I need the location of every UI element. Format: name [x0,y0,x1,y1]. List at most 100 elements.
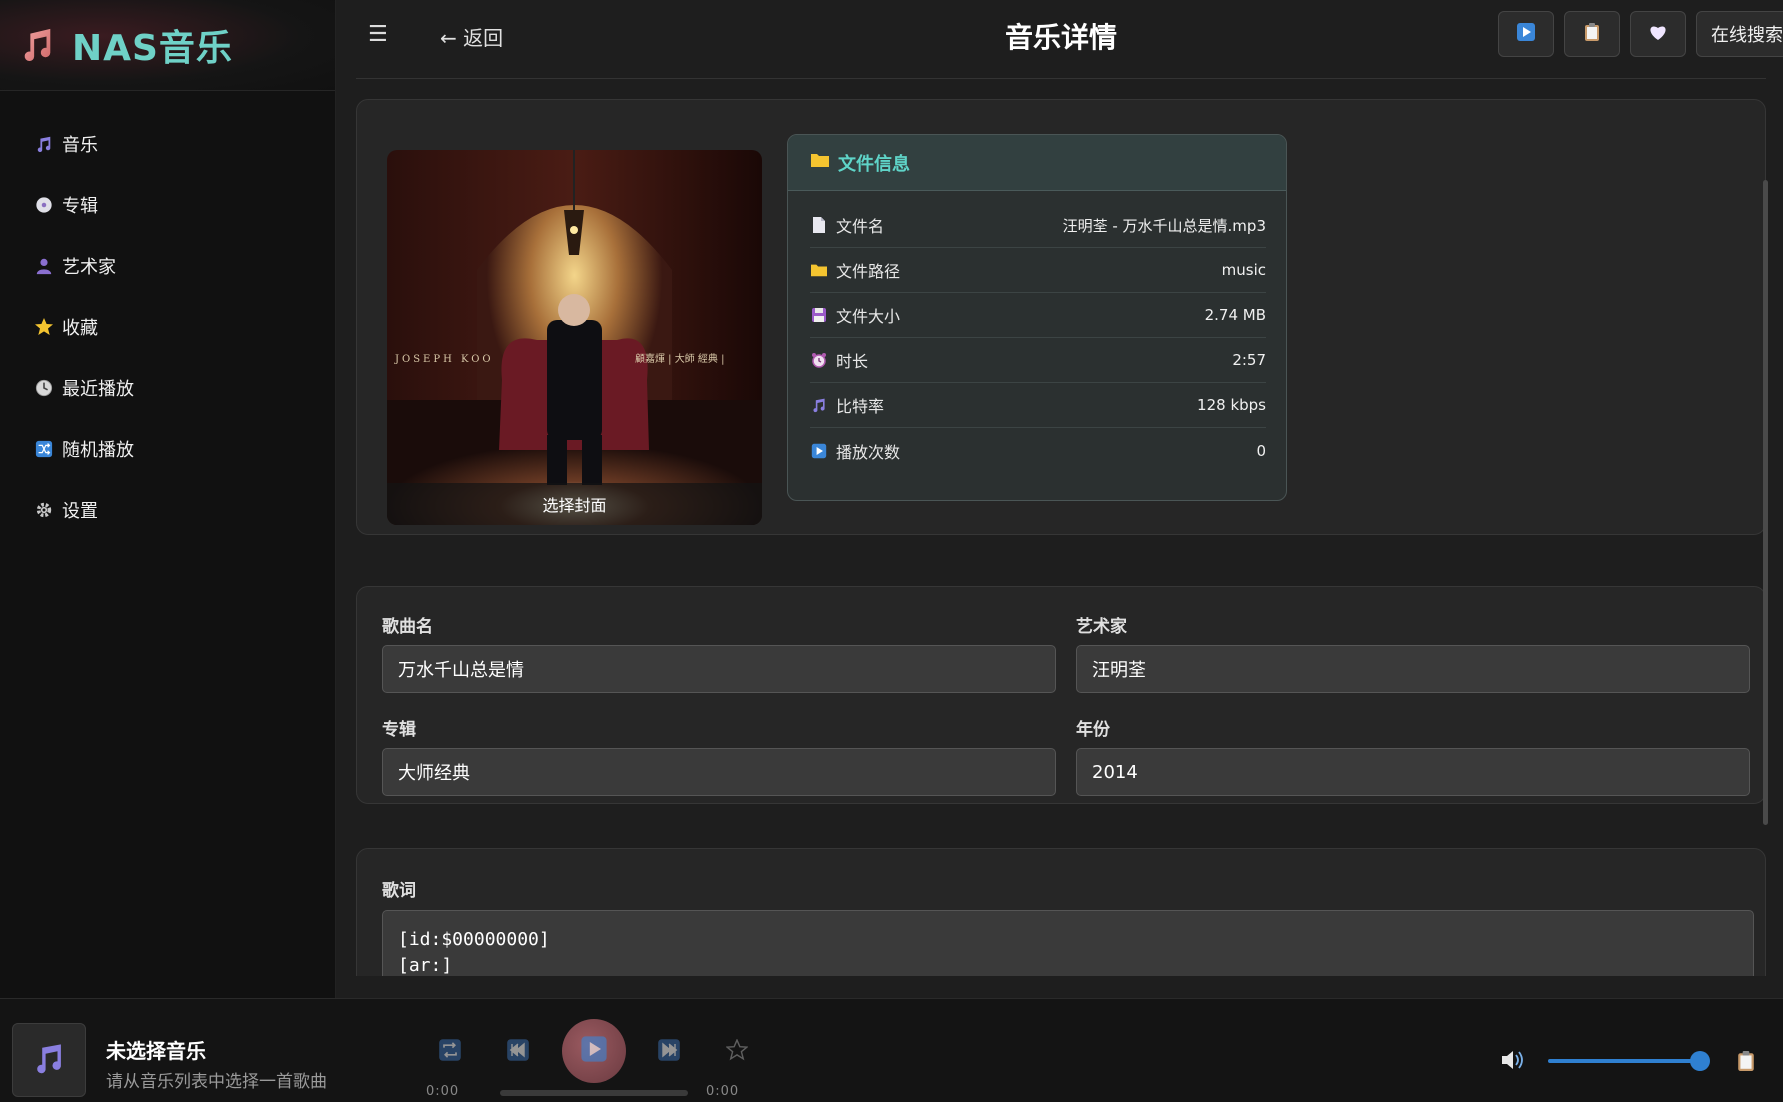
file-info-row: 播放次数 0 [810,428,1266,473]
file-info-value: 2:57 [1232,351,1266,369]
play-icon [580,1035,608,1067]
file-info-value: 汪明荃 - 万水千山总是情.mp3 [1062,216,1266,235]
song-title-input[interactable]: 万水千山总是情 [382,645,1056,693]
repeat-icon [438,1038,462,1066]
person-icon [34,256,54,276]
sidebar-item-label: 艺术家 [62,256,116,278]
previous-icon [506,1038,530,1066]
playlist-icon[interactable] [1736,1049,1756,1077]
star-icon [34,317,54,337]
sidebar-item-favorites[interactable]: 收藏 [0,296,335,357]
menu-icon[interactable]: ☰ [368,22,388,47]
disc-icon [34,195,54,215]
now-playing-title: 未选择音乐 [106,1039,206,1063]
sidebar-item-label: 音乐 [62,134,98,156]
clock-icon [34,378,54,398]
sidebar-item-recent[interactable]: 最近播放 [0,357,335,418]
sidebar-item-artists[interactable]: 艺术家 [0,235,335,296]
file-info-title: 文件信息 [838,153,910,175]
main-content: ☰ ← 返回 音乐详情 在线搜索 JOSEPH KOO 顧嘉煇 | 大師 經典 … [336,0,1783,998]
favorite-button[interactable] [1630,11,1686,57]
sidebar-item-label: 最近播放 [62,378,134,400]
volume-slider-track[interactable] [1548,1059,1700,1063]
sidebar: NAS音乐 音乐 专辑 艺术家 收藏 最近播放 随机播放 设置 [0,0,336,998]
previous-button[interactable] [505,1039,531,1065]
current-time: 0:00 [426,1084,460,1099]
next-icon [657,1038,681,1066]
file-info-panel: 文件信息 文件名 汪明荃 - 万水千山总是情.mp3 文件路径 music 文件… [787,134,1287,501]
year-input[interactable]: 2014 [1076,748,1750,796]
brand: NAS音乐 [0,0,335,91]
back-button[interactable]: ← 返回 [440,22,503,51]
artist-label: 艺术家 [1076,617,1127,637]
file-info-row: 文件名 汪明荃 - 万水千山总是情.mp3 [810,203,1266,248]
file-info-value: 128 kbps [1197,396,1266,414]
progress-bar[interactable] [500,1090,688,1096]
scrollbar[interactable] [1763,180,1768,825]
floppy-icon [810,306,828,324]
play-all-button[interactable] [1498,11,1554,57]
gear-icon [34,500,54,520]
now-playing-art [12,1023,86,1097]
song-title-label: 歌曲名 [382,617,433,637]
file-info-key: 时长 [836,352,869,371]
file-info-row: 时长 2:57 [810,338,1266,383]
total-time: 0:00 [706,1084,740,1099]
album-text-left: JOSEPH KOO [394,354,494,365]
file-info-row: 文件路径 music [810,248,1266,293]
folder-icon [810,151,830,174]
lyrics-label: 歌词 [382,881,416,901]
play-icon [810,442,828,460]
sidebar-nav: 音乐 专辑 艺术家 收藏 最近播放 随机播放 设置 [0,91,335,540]
sidebar-item-shuffle[interactable]: 随机播放 [0,418,335,479]
file-info-value: 2.74 MB [1204,306,1266,324]
volume-icon[interactable] [1500,1049,1524,1075]
choose-cover-button[interactable]: 选择封面 [387,483,762,525]
now-playing-subtitle: 请从音乐列表中选择一首歌曲 [106,1072,327,1092]
sidebar-item-label: 设置 [62,500,98,522]
sidebar-item-label: 专辑 [62,195,98,217]
album-cover-image: JOSEPH KOO 顧嘉煇 | 大師 經典 | [387,150,762,525]
sidebar-item-label: 收藏 [62,317,98,339]
favorite-toggle-button[interactable] [724,1038,750,1065]
sidebar-item-music[interactable]: 音乐 [0,113,335,174]
next-button[interactable] [656,1039,682,1065]
repeat-button[interactable] [437,1039,463,1065]
sidebar-item-albums[interactable]: 专辑 [0,174,335,235]
topbar: ☰ ← 返回 音乐详情 在线搜索 [356,0,1783,79]
clipboard-button[interactable] [1564,11,1620,57]
year-label: 年份 [1076,720,1110,740]
lyrics-textarea[interactable]: [id:$00000000] [ar:] [382,910,1754,976]
play-button[interactable] [562,1019,626,1083]
file-info-value: 0 [1256,441,1266,460]
detail-scroll-area[interactable]: JOSEPH KOO 顧嘉煇 | 大師 經典 | 选择封面 文件信息 文件名 汪… [356,80,1771,976]
heart-icon [1648,23,1668,46]
file-info-key: 文件路径 [836,262,901,281]
file-info-row: 比特率 128 kbps [810,383,1266,428]
file-info-header: 文件信息 [788,135,1286,191]
music-note-icon [810,396,828,414]
shuffle-icon [34,439,54,459]
lyrics-card: 歌词 [id:$00000000] [ar:] [356,848,1766,976]
volume-slider-handle[interactable] [1690,1051,1710,1071]
file-info-row: 文件大小 2.74 MB [810,293,1266,338]
music-note-icon [34,134,54,154]
play-icon [1516,22,1536,47]
album-input[interactable]: 大师经典 [382,748,1056,796]
artist-input[interactable]: 汪明荃 [1076,645,1750,693]
clipboard-icon [1583,22,1601,47]
brand-title: NAS音乐 [72,28,233,69]
star-outline-icon [725,1038,749,1065]
file-info-value: music [1221,261,1266,279]
file-info-key: 文件大小 [836,307,901,326]
overview-card: JOSEPH KOO 顧嘉煇 | 大師 經典 | 选择封面 文件信息 文件名 汪… [356,99,1766,535]
online-search-button[interactable]: 在线搜索 [1696,11,1783,57]
album-text-right: 顧嘉煇 | 大師 經典 | [635,352,724,365]
document-icon [810,216,828,234]
file-info-key: 文件名 [836,217,885,236]
sidebar-item-settings[interactable]: 设置 [0,479,335,540]
file-info-key: 播放次数 [836,442,901,462]
album-cover[interactable]: JOSEPH KOO 顧嘉煇 | 大師 經典 | 选择封面 [387,150,762,525]
metadata-form-card: 歌曲名 万水千山总是情 艺术家 汪明荃 专辑 大师经典 年份 2014 [356,586,1766,804]
music-note-icon [24,28,51,62]
